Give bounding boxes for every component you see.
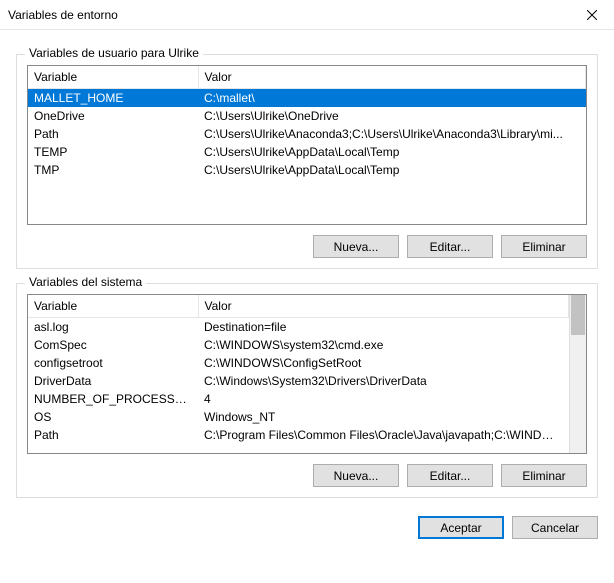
user-header-value[interactable]: Valor bbox=[198, 66, 586, 89]
system-row[interactable]: asl.logDestination=file bbox=[28, 318, 569, 337]
system-cell-variable: DriverData bbox=[28, 372, 198, 390]
system-cell-value: Windows_NT bbox=[198, 408, 569, 426]
system-new-button[interactable]: Nueva... bbox=[313, 464, 399, 487]
user-row[interactable]: MALLET_HOMEC:\mallet\ bbox=[28, 89, 586, 108]
close-button[interactable] bbox=[569, 0, 614, 30]
user-cell-value: C:\Users\Ulrike\OneDrive bbox=[198, 107, 586, 125]
window-title: Variables de entorno bbox=[8, 8, 118, 22]
user-vars-table[interactable]: Variable Valor MALLET_HOMEC:\mallet\OneD… bbox=[28, 66, 586, 179]
user-vars-buttons: Nueva... Editar... Eliminar bbox=[27, 235, 587, 258]
system-vars-label: Variables del sistema bbox=[25, 275, 146, 289]
system-cell-value: C:\WINDOWS\ConfigSetRoot bbox=[198, 354, 569, 372]
system-cell-variable: configsetroot bbox=[28, 354, 198, 372]
system-row[interactable]: OSWindows_NT bbox=[28, 408, 569, 426]
system-cell-value: Destination=file bbox=[198, 318, 569, 337]
user-cell-value: C:\Users\Ulrike\Anaconda3;C:\Users\Ulrik… bbox=[198, 125, 586, 143]
user-cell-variable: OneDrive bbox=[28, 107, 198, 125]
user-cell-variable: TEMP bbox=[28, 143, 198, 161]
system-vars-table-container: Variable Valor asl.logDestination=fileCo… bbox=[27, 294, 587, 454]
user-cell-variable: TMP bbox=[28, 161, 198, 179]
system-cell-variable: ComSpec bbox=[28, 336, 198, 354]
scrollbar-thumb[interactable] bbox=[571, 295, 585, 335]
user-cell-variable: MALLET_HOME bbox=[28, 89, 198, 108]
user-vars-group: Variables de usuario para Ulrike Variabl… bbox=[16, 54, 598, 269]
user-cell-variable: Path bbox=[28, 125, 198, 143]
user-cell-value: C:\Users\Ulrike\AppData\Local\Temp bbox=[198, 161, 586, 179]
system-cell-value: C:\WINDOWS\system32\cmd.exe bbox=[198, 336, 569, 354]
system-row[interactable]: ComSpecC:\WINDOWS\system32\cmd.exe bbox=[28, 336, 569, 354]
user-new-button[interactable]: Nueva... bbox=[313, 235, 399, 258]
system-header-value[interactable]: Valor bbox=[198, 295, 569, 318]
user-row[interactable]: TEMPC:\Users\Ulrike\AppData\Local\Temp bbox=[28, 143, 586, 161]
system-cell-variable: OS bbox=[28, 408, 198, 426]
user-row[interactable]: OneDriveC:\Users\Ulrike\OneDrive bbox=[28, 107, 586, 125]
system-cell-variable: NUMBER_OF_PROCESSORS bbox=[28, 390, 198, 408]
user-edit-button[interactable]: Editar... bbox=[407, 235, 493, 258]
system-scrollbar[interactable] bbox=[569, 295, 586, 453]
system-row[interactable]: NUMBER_OF_PROCESSORS4 bbox=[28, 390, 569, 408]
system-vars-buttons: Nueva... Editar... Eliminar bbox=[27, 464, 587, 487]
system-row[interactable]: PathC:\Program Files\Common Files\Oracle… bbox=[28, 426, 569, 444]
user-delete-button[interactable]: Eliminar bbox=[501, 235, 587, 258]
system-edit-button[interactable]: Editar... bbox=[407, 464, 493, 487]
system-header-variable[interactable]: Variable bbox=[28, 295, 198, 318]
user-header-variable[interactable]: Variable bbox=[28, 66, 198, 89]
system-delete-button[interactable]: Eliminar bbox=[501, 464, 587, 487]
system-row[interactable]: configsetrootC:\WINDOWS\ConfigSetRoot bbox=[28, 354, 569, 372]
dialog-buttons: Aceptar Cancelar bbox=[16, 516, 598, 539]
system-cell-variable: asl.log bbox=[28, 318, 198, 337]
system-row[interactable]: DriverDataC:\Windows\System32\Drivers\Dr… bbox=[28, 372, 569, 390]
system-cell-value: C:\Windows\System32\Drivers\DriverData bbox=[198, 372, 569, 390]
user-row[interactable]: PathC:\Users\Ulrike\Anaconda3;C:\Users\U… bbox=[28, 125, 586, 143]
cancel-button[interactable]: Cancelar bbox=[512, 516, 598, 539]
titlebar: Variables de entorno bbox=[0, 0, 614, 30]
system-cell-value: C:\Program Files\Common Files\Oracle\Jav… bbox=[198, 426, 569, 444]
system-vars-table[interactable]: Variable Valor asl.logDestination=fileCo… bbox=[28, 295, 569, 444]
system-vars-group: Variables del sistema Variable Valor asl… bbox=[16, 283, 598, 498]
ok-button[interactable]: Aceptar bbox=[418, 516, 504, 539]
content-area: Variables de usuario para Ulrike Variabl… bbox=[0, 30, 614, 551]
user-vars-label: Variables de usuario para Ulrike bbox=[25, 46, 203, 60]
system-cell-variable: Path bbox=[28, 426, 198, 444]
user-cell-value: C:\Users\Ulrike\AppData\Local\Temp bbox=[198, 143, 586, 161]
close-icon bbox=[587, 10, 597, 20]
system-cell-value: 4 bbox=[198, 390, 569, 408]
user-cell-value: C:\mallet\ bbox=[198, 89, 586, 108]
user-row[interactable]: TMPC:\Users\Ulrike\AppData\Local\Temp bbox=[28, 161, 586, 179]
user-vars-table-container: Variable Valor MALLET_HOMEC:\mallet\OneD… bbox=[27, 65, 587, 225]
